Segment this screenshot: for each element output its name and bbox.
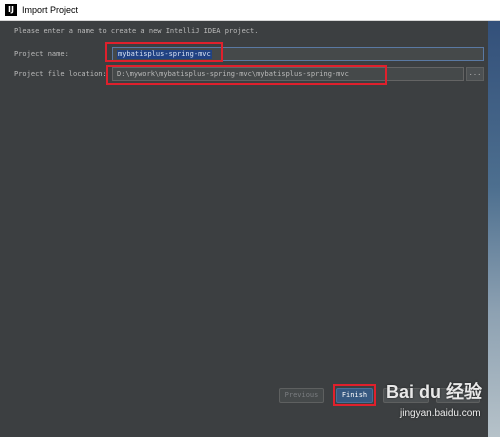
previous-button[interactable]: Previous xyxy=(279,388,324,403)
desktop-background-strip xyxy=(488,21,500,437)
project-name-label: Project name: xyxy=(14,50,69,58)
watermark-site-text: jingyan.baidu.com xyxy=(400,408,481,419)
highlight-box-project-location xyxy=(106,65,387,85)
browse-button[interactable]: ... xyxy=(466,67,484,81)
highlight-box-project-name xyxy=(105,42,223,62)
highlight-box-finish xyxy=(333,384,376,406)
dialog-content: Please enter a name to create a new Inte… xyxy=(0,21,488,437)
intellij-app-icon: IJ xyxy=(5,4,17,16)
window-title: Import Project xyxy=(22,5,79,15)
baidu-jingyan-watermark: Bai du 经验 jingyan.baidu.com xyxy=(386,380,482,428)
intro-text: Please enter a name to create a new Inte… xyxy=(14,27,259,35)
baidu-logo: Bai du 经验 xyxy=(386,382,483,402)
title-bar: IJ Import Project xyxy=(0,0,500,21)
project-location-label: Project file location: xyxy=(14,70,107,78)
